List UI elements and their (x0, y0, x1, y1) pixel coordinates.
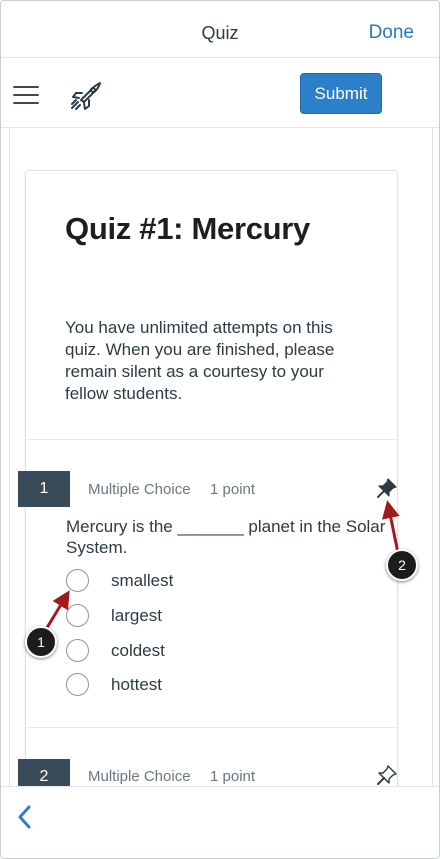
answer-label: coldest (111, 641, 165, 660)
question-number-badge: 2 (18, 759, 70, 786)
quiz-content[interactable]: Quiz #1: Mercury You have unlimited atte… (9, 128, 433, 786)
chevron-left-icon[interactable] (15, 803, 35, 831)
question-type: Multiple Choice (88, 481, 191, 498)
question-text: Mercury is the _______ planet in the Sol… (66, 517, 386, 557)
pin-outline-icon[interactable] (376, 764, 398, 786)
radio-button[interactable] (66, 604, 89, 627)
quiz-description: You have unlimited attempts on this quiz… (65, 318, 335, 403)
callout-badge-2: 2 (386, 549, 418, 581)
question-type: Multiple Choice (88, 768, 191, 785)
callout-badge-1: 1 (25, 626, 57, 658)
radio-button[interactable] (66, 673, 89, 696)
hamburger-menu-icon[interactable] (13, 86, 39, 104)
question-points: 1 point (210, 481, 256, 498)
pin-filled-icon[interactable] (376, 477, 398, 499)
rocket-icon (71, 82, 101, 110)
quiz-toolbar: Submit (1, 58, 439, 128)
navigation-bar: Quiz Done (1, 1, 439, 58)
submit-button[interactable]: Submit (300, 73, 382, 114)
radio-button[interactable] (66, 639, 89, 662)
quiz-title: Quiz #1: Mercury (65, 211, 311, 246)
quiz-card: Quiz #1: Mercury You have unlimited atte… (18, 170, 398, 786)
question-points: 1 point (210, 768, 256, 785)
done-button[interactable]: Done (369, 22, 414, 44)
divider (26, 727, 397, 728)
question-number-badge: 1 (18, 471, 70, 507)
radio-button[interactable] (66, 569, 89, 592)
bottom-bar (1, 786, 439, 858)
answer-label: smallest (111, 571, 174, 590)
app-frame: Quiz Done Submit Quiz #1: Mercury You ha… (0, 0, 440, 859)
answer-label: largest (111, 606, 163, 625)
answer-label: hottest (111, 675, 163, 694)
divider (26, 439, 397, 440)
